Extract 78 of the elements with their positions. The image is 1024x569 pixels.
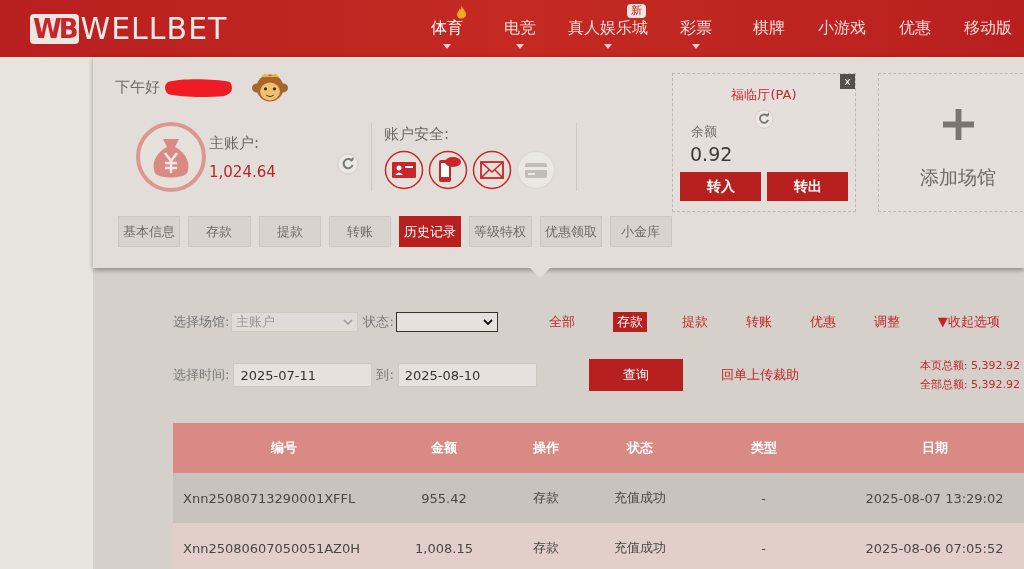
main-account-label: 主账户: <box>209 133 261 153</box>
security-label: 账户安全: <box>384 124 451 144</box>
chevron-icon <box>482 319 493 325</box>
start-date-field[interactable]: 2025-07-11 <box>233 363 373 387</box>
chevron-icon <box>343 319 354 325</box>
redaction-mark <box>164 76 234 98</box>
table-cell-text: 2025-08-06 07:05:52 <box>864 540 1005 556</box>
table-cell-text: 955.42 <box>420 490 468 506</box>
add-venue-card[interactable]: 添加场馆 <box>878 73 1024 212</box>
plus-icon <box>942 109 974 140</box>
venue-name: 福临厅(PA) <box>731 86 797 104</box>
column-header: 日期 <box>920 439 949 457</box>
column-header: 状态 <box>625 439 654 457</box>
column-header: 金额 <box>430 439 458 457</box>
page-total: 本页总额: 5,392.92 <box>919 358 1020 373</box>
all-total: 全部总额: 5,392.92 <box>919 377 1020 392</box>
type-filter-link[interactable]: 全部 <box>548 312 613 332</box>
account-tab[interactable]: 存款 <box>188 216 251 247</box>
status-label: 状态: <box>363 313 394 331</box>
collapse-options-link[interactable]: ▼收起选项 <box>937 312 1000 332</box>
account-tab[interactable]: 小金库 <box>609 216 672 247</box>
close-button[interactable]: x <box>840 74 855 89</box>
transfer-button[interactable]: 转出 <box>767 172 848 201</box>
time-label: 选择时间: <box>173 366 230 384</box>
balance-label: 余额 <box>691 123 717 141</box>
column-header: 类型 <box>749 439 778 457</box>
table-cell-text: Xnn25080713290001XFFL <box>182 490 357 506</box>
type-filter-link[interactable]: 存款 <box>612 312 647 332</box>
table-cell-text: Xnn25080607050051AZ0H <box>182 540 362 556</box>
table-cell-text: 充值成功 <box>613 539 667 557</box>
sms-icon[interactable] <box>428 149 468 190</box>
account-tab[interactable]: 等级特权 <box>469 216 532 247</box>
logo-mark[interactable]: WB <box>30 13 79 44</box>
refresh-icon[interactable] <box>337 153 359 175</box>
nav-link[interactable]: 小游戏 <box>817 18 866 39</box>
venue-balance: 0.92 <box>690 143 733 165</box>
account-tab[interactable]: 优惠领取 <box>539 216 602 247</box>
nav-link[interactable]: 彩票 <box>679 18 712 39</box>
new-badge: 新 <box>627 4 646 18</box>
account-tab[interactable]: 转账 <box>328 216 391 247</box>
nav-link[interactable]: 移动版 <box>963 18 1012 39</box>
nav-link[interactable]: 体育 <box>430 18 463 39</box>
table-cell-text: 2025-08-07 13:29:02 <box>864 490 1005 506</box>
end-date-field[interactable]: 2025-08-10 <box>397 363 537 387</box>
email-icon[interactable] <box>472 149 512 190</box>
account-tab[interactable]: 基本信息 <box>118 216 181 247</box>
type-filter-link[interactable]: 转账 <box>745 312 810 332</box>
table-cell-text: 存款 <box>531 489 560 507</box>
column-header: 操作 <box>531 439 560 457</box>
table-cell-text: 存款 <box>531 539 560 557</box>
to-label: 到: <box>376 366 394 384</box>
add-venue-label: 添加场馆 <box>920 165 996 190</box>
refresh-icon[interactable] <box>754 109 774 129</box>
account-tab[interactable]: 提款 <box>258 216 321 247</box>
transfer-button[interactable]: 转入 <box>680 172 761 201</box>
greeting-text: 下午好 <box>115 77 160 97</box>
nav-link[interactable]: 优惠 <box>898 18 931 39</box>
nav-link[interactable]: 棋牌 <box>752 18 785 39</box>
account-tab[interactable]: 历史记录 <box>399 216 462 247</box>
venue-label: 选择场馆: <box>173 313 230 331</box>
receipt-upload-link[interactable]: 回单上传裁助 <box>720 366 799 384</box>
column-header: 编号 <box>270 439 298 457</box>
table-cell-text: - <box>760 540 767 556</box>
query-button[interactable]: 查询 <box>588 359 683 391</box>
type-filter-link[interactable]: 调整 <box>873 312 938 332</box>
table-cell-text: 充值成功 <box>613 489 667 507</box>
nav-link[interactable]: 真人娱乐城 <box>567 18 648 39</box>
nav-link[interactable]: 电竞 <box>503 18 536 39</box>
status-select[interactable] <box>395 312 498 332</box>
money-bag-icon <box>135 121 207 193</box>
id-card-icon[interactable] <box>384 149 424 190</box>
table-cell-text: 1,008.15 <box>414 540 474 556</box>
type-filter-link[interactable]: 提款 <box>681 312 746 332</box>
table-cell-text: - <box>760 490 767 506</box>
logo-text[interactable]: WELLBET <box>80 12 228 45</box>
monkey-avatar-icon <box>252 71 288 103</box>
type-filter-link[interactable]: 优惠 <box>809 312 874 332</box>
main-balance: 1,024.64 <box>209 162 277 181</box>
